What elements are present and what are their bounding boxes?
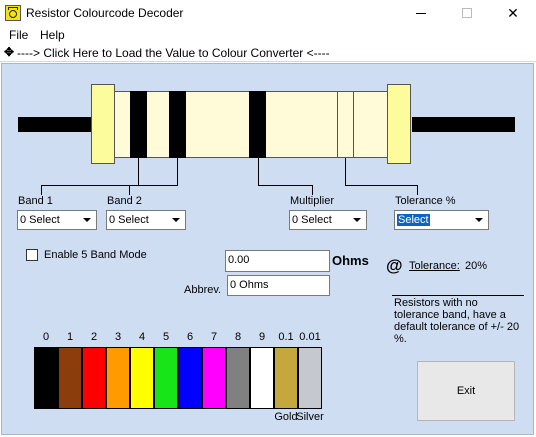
- band1-connector: [41, 185, 42, 195]
- tolerance-display-label: Tolerance:: [409, 260, 460, 272]
- abbrev-value-text: 0 Ohms: [230, 279, 269, 291]
- tolerance-select[interactable]: Select: [394, 210, 489, 230]
- color-digit-label: 1: [66, 331, 74, 343]
- load-converter-bar[interactable]: ✥ ----> Click Here to Load the Value to …: [0, 44, 536, 62]
- chevron-down-icon[interactable]: [79, 212, 95, 228]
- band1-connector: [41, 185, 139, 186]
- band2-label: Band 2: [107, 195, 142, 207]
- color-digit-label: 8: [234, 331, 242, 343]
- band2-connector: [129, 185, 178, 186]
- menu-bar: File Help: [0, 26, 536, 44]
- color-swatch: [202, 347, 226, 409]
- tolerance-connector: [345, 185, 417, 186]
- maximize-button[interactable]: [444, 0, 490, 26]
- main-panel: Band 1 0 Select Band 2 0 Select Multipli…: [1, 63, 534, 435]
- exit-button[interactable]: Exit: [417, 361, 515, 421]
- band2-stripe[interactable]: [169, 91, 186, 158]
- band2-select[interactable]: 0 Select: [106, 210, 186, 230]
- resistor-endcap-left: [91, 84, 115, 164]
- resistor-lead-left: [18, 117, 93, 132]
- tolerance-connector: [417, 185, 418, 195]
- ohms-unit-label: Ohms: [332, 253, 369, 268]
- multiplier-connector: [258, 185, 312, 186]
- tolerance-select-value: Select: [397, 214, 430, 226]
- band2-connector: [129, 185, 130, 195]
- menu-help[interactable]: Help: [40, 28, 65, 42]
- color-digit-label: 4: [138, 331, 146, 343]
- multiplier-label: Multiplier: [290, 195, 335, 207]
- tolerance-display-value: 20%: [465, 260, 488, 272]
- band1-select[interactable]: 0 Select: [17, 210, 97, 230]
- band1-select-value: 0 Select: [20, 214, 60, 226]
- close-button[interactable]: ✕: [490, 0, 536, 26]
- color-digit-label: 7: [210, 331, 218, 343]
- color-swatch: [34, 347, 58, 409]
- tolerance-stripe[interactable]: [337, 91, 354, 158]
- band1-label: Band 1: [18, 195, 53, 207]
- ohms-value-text: 0.00: [228, 254, 250, 266]
- band1-stripe[interactable]: [130, 91, 147, 158]
- color-digit-label: 9: [258, 331, 266, 343]
- close-icon: ✕: [507, 4, 519, 21]
- multiplier-select[interactable]: 0 Select: [289, 210, 367, 230]
- multiplier-select-value: 0 Select: [292, 214, 332, 226]
- color-swatch: [226, 347, 250, 409]
- tolerance-label: Tolerance %: [395, 195, 456, 207]
- window-title: Resistor Colourcode Decoder: [26, 6, 184, 20]
- abbrev-label: Abbrev.: [184, 284, 222, 296]
- abbrev-field[interactable]: 0 Ohms: [227, 275, 330, 296]
- color-digit-label: 6: [186, 331, 194, 343]
- exit-button-label: Exit: [456, 385, 476, 397]
- color-swatch: [298, 347, 322, 409]
- menu-file[interactable]: File: [9, 28, 28, 42]
- chevron-down-icon[interactable]: [349, 212, 365, 228]
- title-bar: Resistor Colourcode Decoder ✕: [0, 0, 536, 26]
- color-swatch: [106, 347, 130, 409]
- at-icon: @: [386, 256, 403, 275]
- color-swatch: [250, 347, 274, 409]
- band2-select-value: 0 Select: [109, 214, 149, 226]
- color-swatch: [274, 347, 298, 409]
- resistor-lead-right: [412, 117, 515, 132]
- resistor-app-icon: [5, 5, 21, 21]
- ohms-value-field[interactable]: 0.00: [225, 250, 330, 272]
- band2-connector: [177, 158, 178, 185]
- color-swatch: [82, 347, 106, 409]
- color-digit-label: 3: [114, 331, 122, 343]
- chevron-down-icon[interactable]: [471, 212, 487, 228]
- color-swatch: [130, 347, 154, 409]
- load-converter-link[interactable]: ----> Click Here to Load the Value to Co…: [17, 46, 330, 60]
- color-name-label: Silver: [296, 411, 324, 423]
- five-band-checkbox[interactable]: [26, 249, 38, 261]
- color-digit-label: 2: [90, 331, 98, 343]
- plus-icon: ✥: [4, 45, 15, 59]
- color-digit-label: 0.01: [299, 331, 321, 343]
- maximize-icon: [462, 8, 472, 18]
- band1-connector: [138, 158, 139, 185]
- five-band-label[interactable]: Enable 5 Band Mode: [44, 249, 147, 261]
- minimize-button[interactable]: [398, 0, 444, 26]
- color-swatch: [178, 347, 202, 409]
- minimize-icon: [416, 12, 426, 14]
- color-digit-label: 0: [42, 331, 50, 343]
- resistor-endcap-right: [387, 84, 411, 164]
- tolerance-connector: [345, 158, 346, 185]
- note-divider: [392, 295, 524, 296]
- chevron-down-icon[interactable]: [168, 212, 184, 228]
- tolerance-note: Resistors with no tolerance band, have a…: [394, 297, 520, 345]
- color-digit-label: 5: [162, 331, 170, 343]
- multiplier-connector: [312, 185, 313, 195]
- multiplier-connector: [258, 158, 259, 185]
- color-swatch: [58, 347, 82, 409]
- color-swatch: [154, 347, 178, 409]
- multiplier-stripe[interactable]: [249, 91, 266, 158]
- color-digit-label: 0.1: [278, 331, 294, 343]
